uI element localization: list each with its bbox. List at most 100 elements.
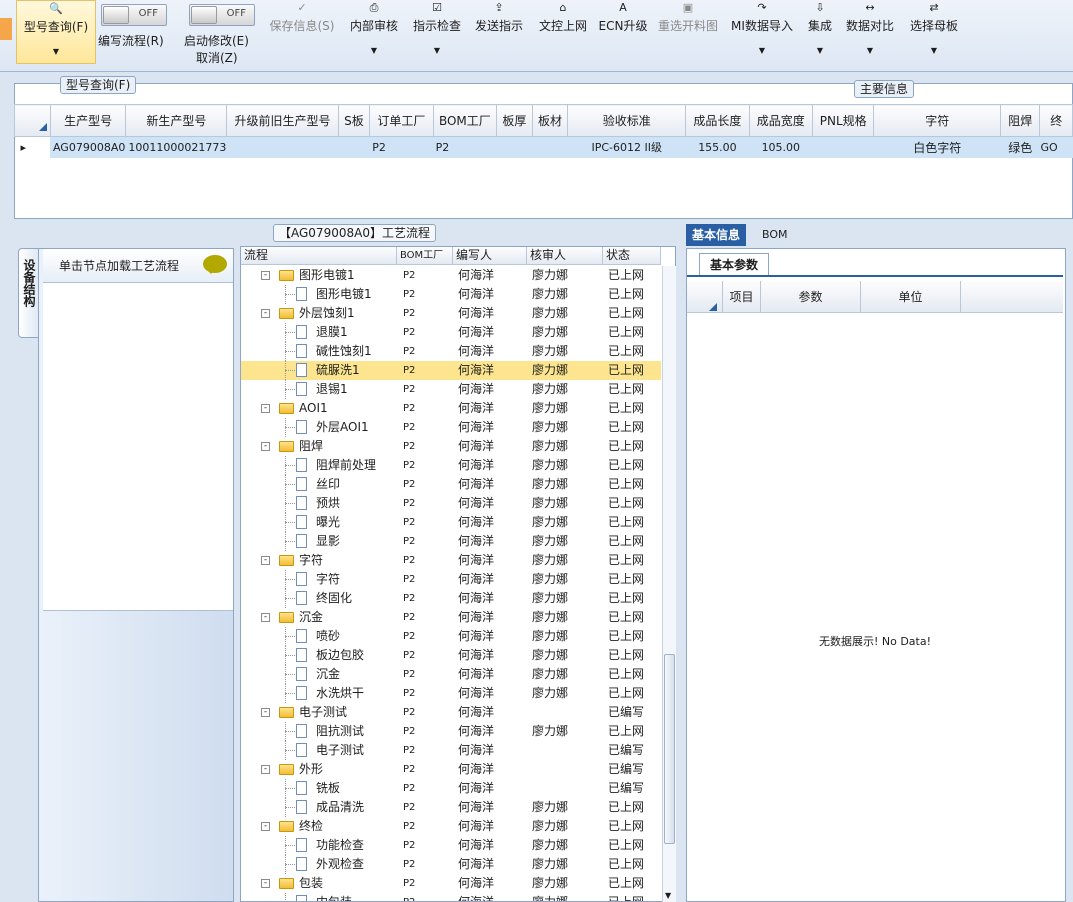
tree-column-header[interactable]: 核审人: [527, 247, 603, 265]
tree-row[interactable]: - 阻焊 P2 何海洋 廖力娜 已上网: [241, 437, 661, 456]
mi-import-button[interactable]: ↷ MI数据导入 ▼: [728, 0, 796, 66]
grid-cell[interactable]: 105.00: [749, 136, 814, 158]
grid-column-header[interactable]: 字符: [873, 104, 1002, 137]
params-column-header[interactable]: 参数: [761, 281, 861, 313]
grid-column-header[interactable]: 阻焊: [1000, 104, 1041, 137]
grid-column-header[interactable]: 生产型号: [49, 104, 127, 137]
tree-row[interactable]: - 终检 P2 何海洋 廖力娜 已上网: [241, 817, 661, 836]
tree-row[interactable]: 沉金 P2 何海洋 廖力娜 已上网: [241, 665, 661, 684]
tree-row[interactable]: 板边包胶 P2 何海洋 廖力娜 已上网: [241, 646, 661, 665]
grid-column-header[interactable]: 升级前旧生产型号: [226, 104, 339, 137]
collapse-icon[interactable]: -: [261, 822, 270, 831]
tree-row[interactable]: 曝光 P2 何海洋 廖力娜 已上网: [241, 513, 661, 532]
grid-column-header[interactable]: 板厚: [496, 104, 533, 137]
grid-cell[interactable]: [338, 136, 371, 158]
grid-cell[interactable]: 155.00: [685, 136, 750, 158]
grid-cell[interactable]: 白色字符: [873, 136, 1002, 158]
grid-column-header[interactable]: 验收标准: [567, 104, 687, 137]
tree-row[interactable]: 喷砂 P2 何海洋 廖力娜 已上网: [241, 627, 661, 646]
middle-splitter[interactable]: [677, 248, 683, 902]
collapse-icon[interactable]: -: [261, 309, 270, 318]
start-edit-toggle[interactable]: OFF: [189, 4, 255, 26]
table-row[interactable]: ▸ AG079008A0 10011000021773 P2 P2 IPC-60…: [14, 136, 1073, 158]
send-instruction-button[interactable]: ⇪ 发送指示: [472, 0, 526, 66]
grid-cell[interactable]: [496, 136, 533, 158]
tree-row[interactable]: 内包装 P2 何海洋 廖力娜 已上网: [241, 893, 661, 901]
collapse-icon[interactable]: -: [261, 613, 270, 622]
grid-column-header[interactable]: 订单工厂: [369, 104, 434, 137]
tree-row[interactable]: 终固化 P2 何海洋 廖力娜 已上网: [241, 589, 661, 608]
tree-row[interactable]: 退锡1 P2 何海洋 廖力娜 已上网: [241, 380, 661, 399]
tree-row[interactable]: 成品清洗 P2 何海洋 廖力娜 已上网: [241, 798, 661, 817]
tree-row[interactable]: - 外形 P2 何海洋 已编写: [241, 760, 661, 779]
grid-column-header[interactable]: 板材: [531, 104, 569, 137]
collapse-icon[interactable]: -: [261, 556, 270, 565]
tree-row[interactable]: 水洗烘干 P2 何海洋 廖力娜 已上网: [241, 684, 661, 703]
device-structure-tab[interactable]: 设备结构: [18, 248, 40, 338]
tree-row[interactable]: - 图形电镀1 P2 何海洋 廖力娜 已上网: [241, 266, 661, 285]
tab-bom[interactable]: BOM: [756, 224, 794, 246]
scroll-down-icon[interactable]: ▼: [665, 891, 671, 900]
grid-column-header[interactable]: S板: [337, 104, 371, 137]
save-info-button[interactable]: ✓ 保存信息(S): [266, 0, 338, 66]
tree-row[interactable]: 外层AOI1 P2 何海洋 廖力娜 已上网: [241, 418, 661, 437]
tab-basic-params[interactable]: 基本参数: [699, 253, 770, 275]
tree-row[interactable]: 硫脲洗1 P2 何海洋 廖力娜 已上网: [241, 361, 661, 380]
tree-row[interactable]: 丝印 P2 何海洋 廖力娜 已上网: [241, 475, 661, 494]
grid-cell[interactable]: P2: [433, 136, 498, 158]
ecn-upgrade-button[interactable]: A ECN升级: [598, 0, 648, 66]
grid-column-header[interactable]: BOM工厂: [432, 104, 498, 137]
grid-cell[interactable]: AG079008A0: [50, 136, 127, 158]
tree-column-header[interactable]: 流程: [241, 247, 397, 265]
tree-row[interactable]: - 电子测试 P2 何海洋 已编写: [241, 703, 661, 722]
collapse-icon[interactable]: -: [261, 271, 270, 280]
grid-cell[interactable]: [532, 136, 569, 158]
tree-row[interactable]: 图形电镀1 P2 何海洋 廖力娜 已上网: [241, 285, 661, 304]
collapse-icon[interactable]: -: [261, 765, 270, 774]
grid-cell[interactable]: 10011000021773: [125, 136, 228, 158]
integrate-button[interactable]: ⇩ 集成 ▼: [803, 0, 837, 66]
tree-row[interactable]: 阻抗测试 P2 何海洋 廖力娜 已上网: [241, 722, 661, 741]
grid-cell[interactable]: GO: [1039, 136, 1073, 158]
tree-row[interactable]: - 沉金 P2 何海洋 廖力娜 已上网: [241, 608, 661, 627]
write-flow-toggle[interactable]: OFF: [101, 4, 167, 26]
tree-column-header[interactable]: 编写人: [453, 247, 527, 265]
tree-row[interactable]: - 字符 P2 何海洋 廖力娜 已上网: [241, 551, 661, 570]
tree-row[interactable]: 预烘 P2 何海洋 廖力娜 已上网: [241, 494, 661, 513]
tree-vertical-scrollbar[interactable]: ▼: [662, 266, 676, 902]
collapse-icon[interactable]: -: [261, 442, 270, 451]
tree-row[interactable]: - 包装 P2 何海洋 廖力娜 已上网: [241, 874, 661, 893]
tree-row[interactable]: 功能检查 P2 何海洋 廖力娜 已上网: [241, 836, 661, 855]
grid-cell[interactable]: IPC-6012 II级: [567, 136, 687, 158]
tree-row[interactable]: 阻焊前处理 P2 何海洋 廖力娜 已上网: [241, 456, 661, 475]
tab-basic-info[interactable]: 基本信息: [686, 224, 747, 246]
params-column-header[interactable]: 项目: [723, 281, 761, 313]
instruction-check-button[interactable]: ☑ 指示检查 ▼: [410, 0, 464, 66]
grid-cell[interactable]: [226, 136, 339, 158]
grid-cell[interactable]: 绿色: [1000, 136, 1041, 158]
cancel-button[interactable]: 取消(Z): [196, 49, 238, 66]
select-mother-board-button[interactable]: ⇄ 选择母板 ▼: [905, 0, 963, 66]
grid-column-header[interactable]: 新生产型号: [125, 104, 228, 137]
internal-review-button[interactable]: ⎙ 内部审核 ▼: [347, 0, 401, 66]
scrollbar-thumb[interactable]: [664, 654, 675, 844]
tree-row[interactable]: 字符 P2 何海洋 廖力娜 已上网: [241, 570, 661, 589]
collapse-icon[interactable]: -: [261, 708, 270, 717]
grid-column-header[interactable]: PNL规格: [811, 104, 875, 137]
tree-row[interactable]: - 外层蚀刻1 P2 何海洋 廖力娜 已上网: [241, 304, 661, 323]
tree-row[interactable]: 外观检查 P2 何海洋 廖力娜 已上网: [241, 855, 661, 874]
tree-row[interactable]: 铣板 P2 何海洋 已编写: [241, 779, 661, 798]
upload-document-button[interactable]: ⌂ 文控上网: [536, 0, 590, 66]
tree-row[interactable]: 电子测试 P2 何海洋 已编写: [241, 741, 661, 760]
reselect-cut-map-button[interactable]: ▣ 重选开料图: [656, 0, 720, 66]
grid-cell[interactable]: [812, 136, 875, 158]
tree-row[interactable]: - AOI1 P2 何海洋 廖力娜 已上网: [241, 399, 661, 418]
device-tree-area[interactable]: [43, 283, 233, 611]
tree-row[interactable]: 退膜1 P2 何海洋 廖力娜 已上网: [241, 323, 661, 342]
params-column-header[interactable]: 单位: [861, 281, 961, 313]
tree-row[interactable]: 显影 P2 何海洋 廖力娜 已上网: [241, 532, 661, 551]
data-compare-button[interactable]: ↔ 数据对比 ▼: [843, 0, 897, 66]
tree-row[interactable]: 碱性蚀刻1 P2 何海洋 廖力娜 已上网: [241, 342, 661, 361]
tree-column-header[interactable]: 状态: [603, 247, 661, 265]
collapse-icon[interactable]: -: [261, 879, 270, 888]
